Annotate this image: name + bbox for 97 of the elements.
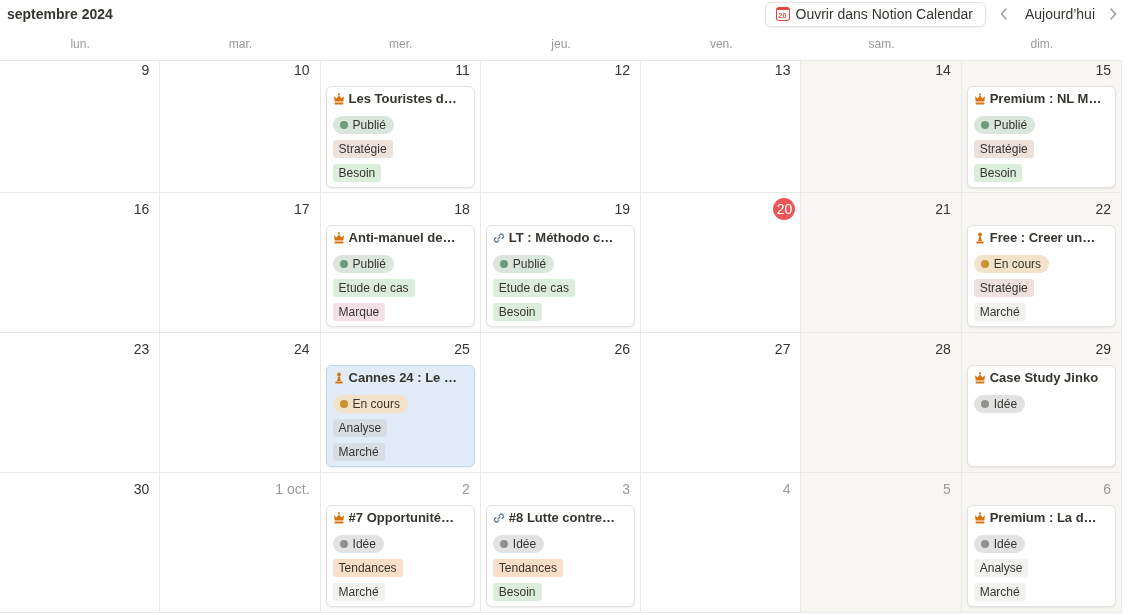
event-title: Cannes 24 : Le … <box>348 369 457 388</box>
status-label: Publié <box>352 117 386 134</box>
day-number: 15 <box>1095 61 1111 79</box>
tag: Etude de cas <box>492 279 575 297</box>
tag: Marché <box>973 583 1026 601</box>
event-title: LT : Méthodo c… <box>508 229 614 248</box>
status-label: En cours <box>352 396 400 413</box>
event-title: Premium : La d… <box>989 509 1097 528</box>
event-card[interactable]: Case Study Jinko Idée <box>966 365 1116 467</box>
day-number: 6 <box>1103 480 1111 498</box>
event-title: #7 Opportunité… <box>348 509 454 528</box>
day-number: 1 oct. <box>275 480 310 498</box>
day-number: 17 <box>294 200 310 218</box>
crown-icon <box>973 512 986 524</box>
day-number: 23 <box>133 340 150 358</box>
weekday-label: sam. <box>868 36 895 53</box>
day-number: 9 <box>141 61 150 79</box>
day-number: 27 <box>774 340 791 358</box>
link-icon <box>492 512 505 524</box>
day-number: 10 <box>294 61 310 79</box>
event-title: #8 Lutte contre… <box>508 509 616 528</box>
event-card[interactable]: LT : Méthodo c… Publié Etude de cas Besoin <box>485 225 636 327</box>
status-label: Idée <box>512 536 537 553</box>
crown-icon <box>332 232 345 244</box>
day-number: 25 <box>454 340 470 358</box>
status-label: Idée <box>993 396 1018 413</box>
weekday-label: mar. <box>228 36 253 53</box>
today-button[interactable]: Aujourd’hui <box>1016 2 1103 26</box>
day-number: 29 <box>1095 340 1111 358</box>
event-card[interactable]: Cannes 24 : Le … En cours Analyse Marché <box>325 365 475 467</box>
crown-icon <box>332 512 345 524</box>
tag: Marché <box>332 583 385 601</box>
weekday-label: mer. <box>389 36 413 53</box>
day-number: 21 <box>935 200 951 218</box>
day-number: 12 <box>614 61 631 79</box>
day-number: 18 <box>454 200 470 218</box>
link-icon <box>492 232 505 244</box>
day-number: 14 <box>935 61 951 79</box>
tag: Analyse <box>332 419 388 437</box>
day-number: 2 <box>462 480 470 498</box>
status-label: Publié <box>512 256 547 273</box>
pawn-icon <box>973 232 986 244</box>
event-title: Premium : NL M… <box>989 90 1102 109</box>
tag: Marché <box>973 303 1026 321</box>
event-card[interactable]: Premium : La d… Idée Analyse Marché <box>966 505 1116 607</box>
tag: Tendances <box>332 559 403 577</box>
tag: Marque <box>332 303 386 321</box>
day-number: 20 <box>773 198 796 220</box>
status-label: Publié <box>352 256 386 273</box>
calendar-month-title: septembre 2024 <box>7 5 113 23</box>
status-label: En cours <box>993 256 1042 273</box>
event-title: Case Study Jinko <box>989 369 1099 388</box>
day-number: 24 <box>294 340 310 358</box>
crown-icon <box>973 372 986 384</box>
day-number: 3 <box>622 480 631 498</box>
day-number: 4 <box>782 480 791 498</box>
tag: Etude de cas <box>332 279 415 297</box>
tag: Stratégie <box>973 279 1034 297</box>
weekday-label: ven. <box>709 36 733 53</box>
day-number: 5 <box>942 480 951 498</box>
tag: Analyse <box>973 559 1029 577</box>
weekday-label: jeu. <box>551 36 571 53</box>
event-card[interactable]: Les Touristes d… Publié Stratégie Besoin <box>325 86 475 188</box>
chevron-right-icon <box>1109 8 1117 20</box>
event-card[interactable]: Free : Creer un… En cours Stratégie Marché <box>966 225 1116 327</box>
crown-icon <box>332 93 345 105</box>
event-card[interactable]: #8 Lutte contre… Idée Tendances Besoin <box>485 505 636 607</box>
tag: Besoin <box>492 303 542 321</box>
day-number: 22 <box>1095 200 1111 218</box>
day-number: 19 <box>614 200 631 218</box>
status-label: Idée <box>993 536 1018 553</box>
pawn-icon <box>332 372 345 384</box>
tag: Besoin <box>973 164 1023 182</box>
chevron-left-icon <box>999 8 1008 20</box>
crown-icon <box>973 93 986 105</box>
tag: Stratégie <box>332 140 393 158</box>
tag: Stratégie <box>973 140 1034 158</box>
event-card[interactable]: #7 Opportunité… Idée Tendances Marché <box>325 505 475 607</box>
weekday-label: lun. <box>70 36 90 53</box>
event-title: Free : Creer un… <box>989 229 1096 248</box>
day-number: 28 <box>935 340 951 358</box>
tag: Besoin <box>332 164 382 182</box>
status-label: Publié <box>993 117 1028 134</box>
event-card[interactable]: Anti-manuel de… Publié Etude de cas Marque <box>325 225 475 327</box>
status-label: Idée <box>352 536 376 553</box>
day-number: 11 <box>455 61 470 79</box>
day-number: 16 <box>133 200 150 218</box>
weekday-label: dim. <box>1030 36 1054 53</box>
day-number: 13 <box>774 61 791 79</box>
tag: Marché <box>332 443 385 461</box>
event-title: Anti-manuel de… <box>348 229 456 248</box>
tag: Tendances <box>492 559 563 577</box>
day-number: 26 <box>614 340 631 358</box>
event-title: Les Touristes d… <box>348 90 457 109</box>
event-card[interactable]: Premium : NL M… Publié Stratégie Besoin <box>966 86 1116 188</box>
day-number: 30 <box>133 480 150 498</box>
tag: Besoin <box>492 583 542 601</box>
